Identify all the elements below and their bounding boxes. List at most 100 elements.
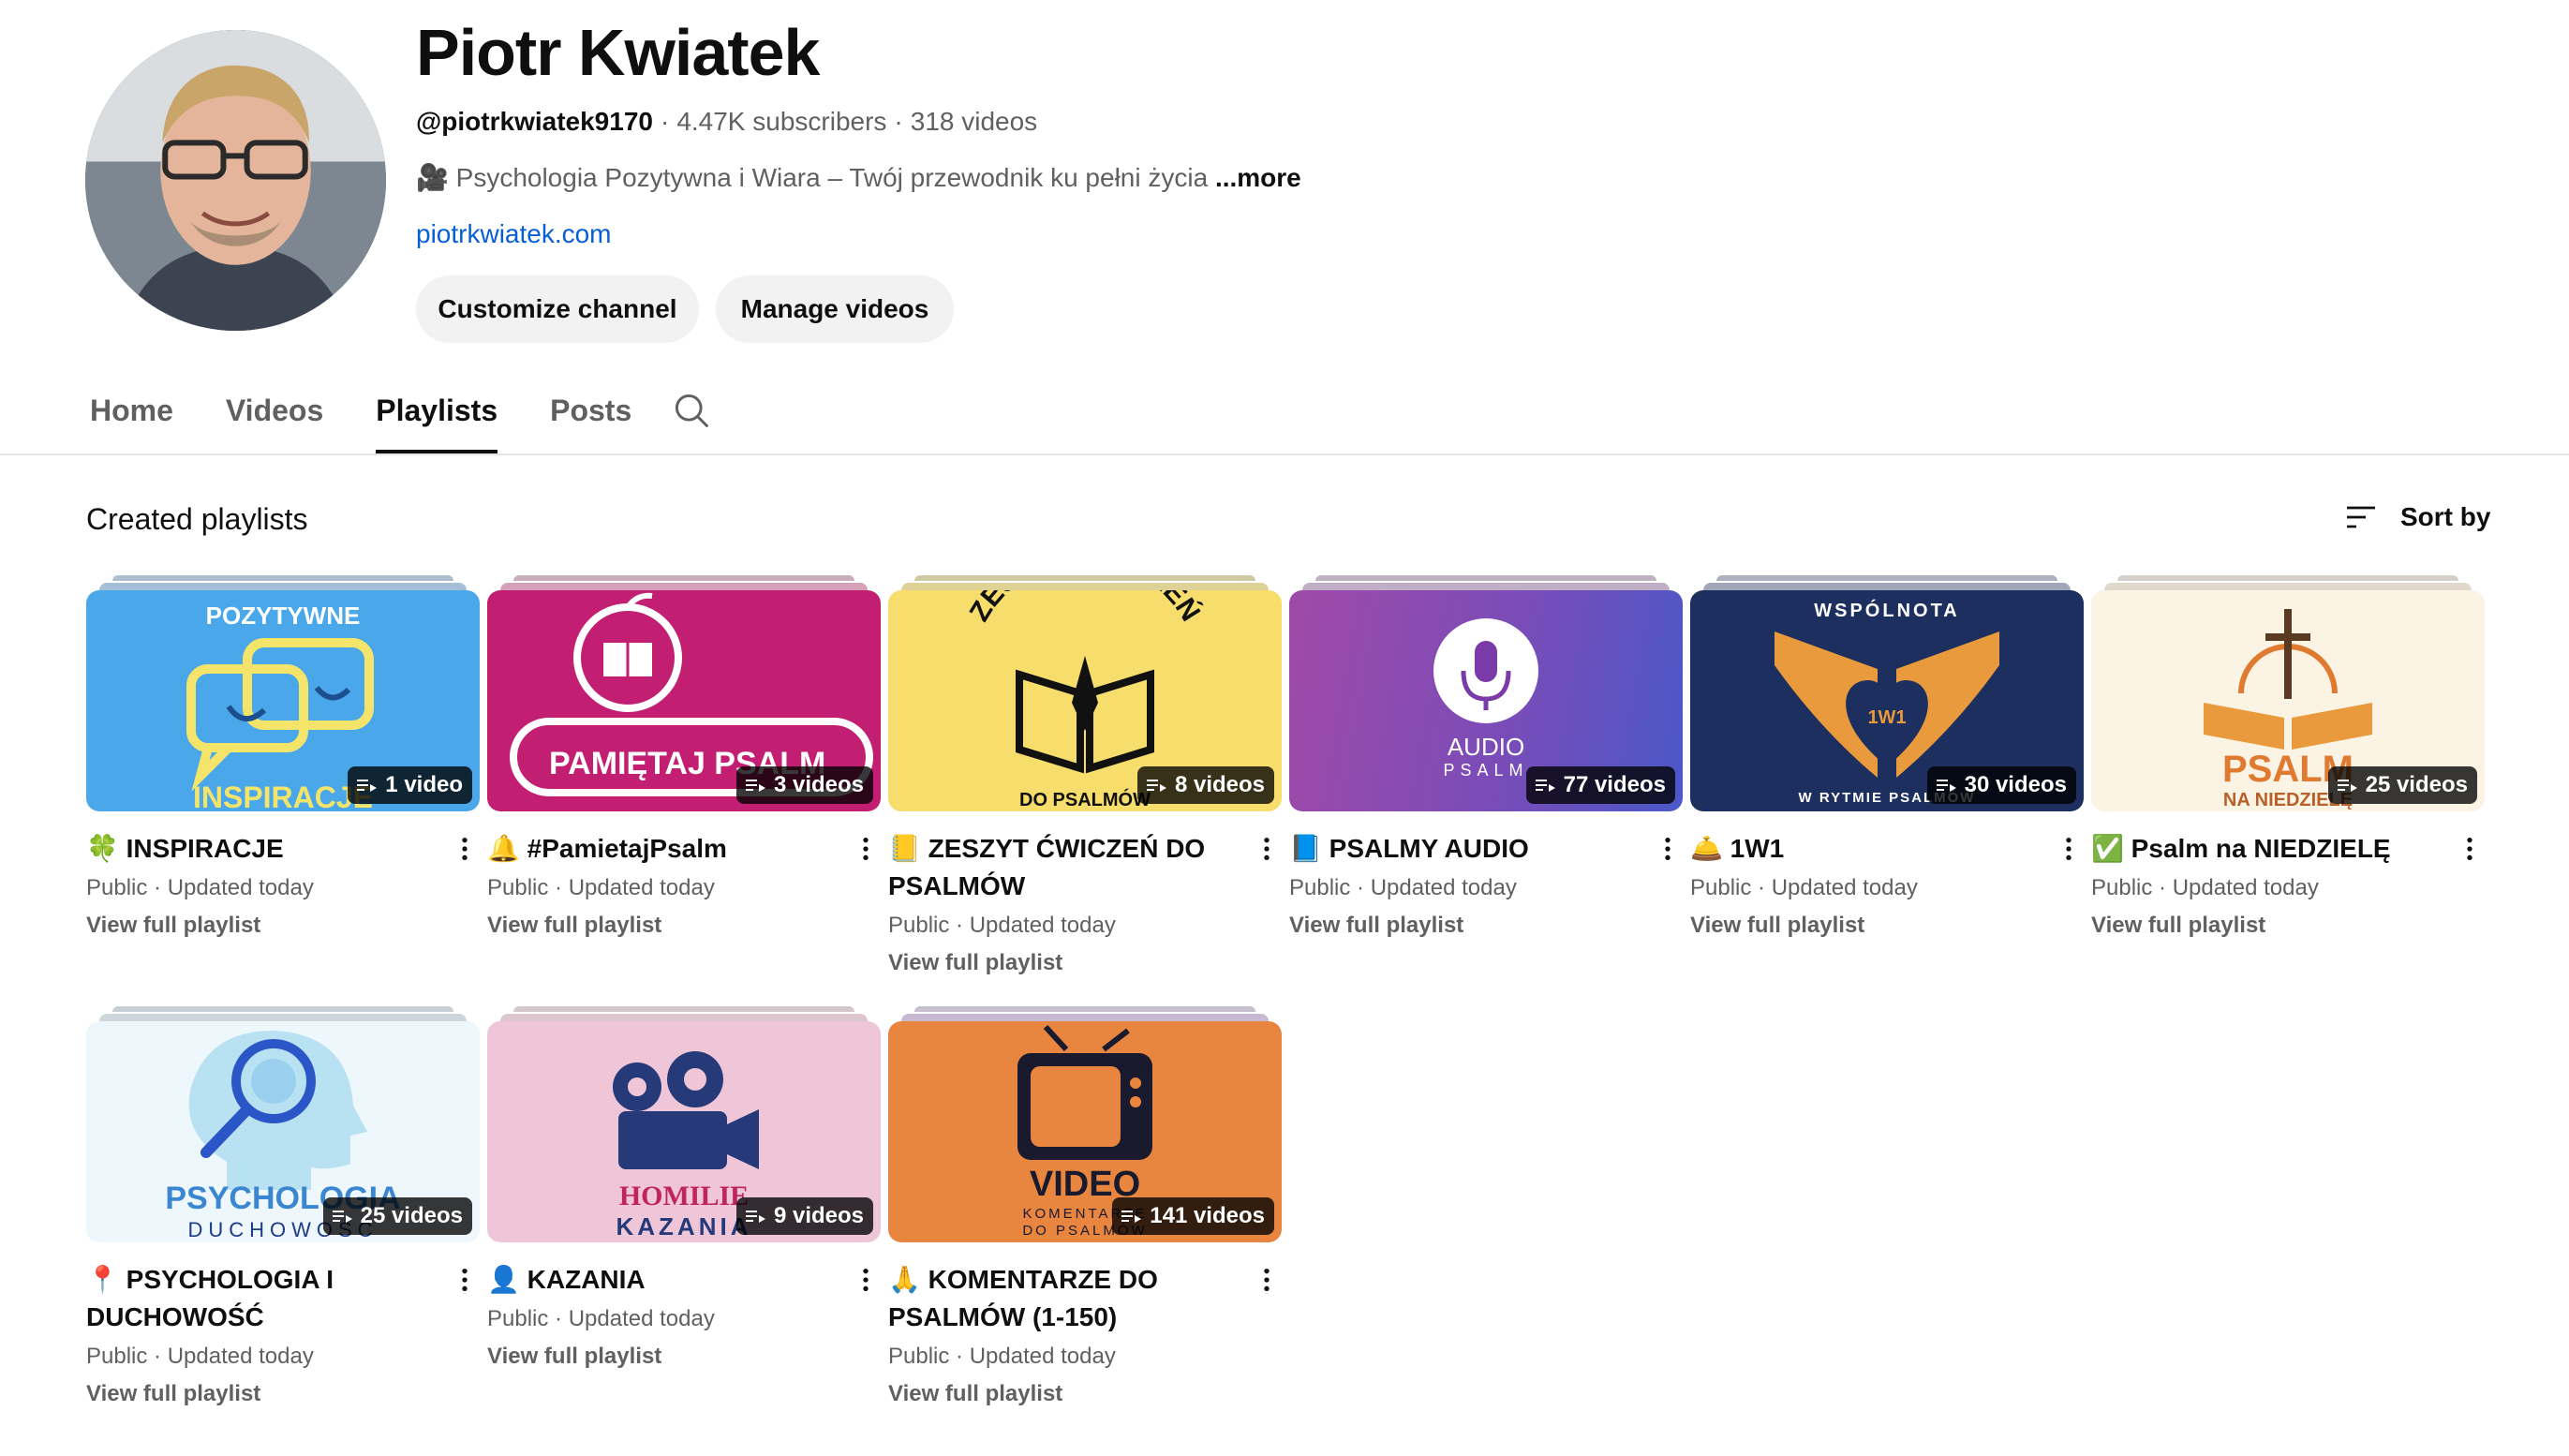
playlist-title-row: ✅ Psalm na NIEDZIELĘ: [2091, 830, 2485, 868]
playlist-icon: [1146, 780, 1166, 792]
stack-layer: [1315, 575, 1656, 581]
sort-button[interactable]: Sort by: [2342, 498, 2490, 536]
tab-home[interactable]: Home: [90, 373, 173, 453]
visibility-label: Public: [487, 875, 549, 900]
view-full-playlist-link[interactable]: View full playlist: [487, 909, 881, 943]
playlist-thumbnail[interactable]: PSYCHOLOGIA DUCHOWOŚĆ 25 videos: [86, 1021, 480, 1242]
description-text: 🎥 Psychologia Pozytywna i Wiara – Twój p…: [416, 163, 1209, 192]
more-vertical-icon[interactable]: [851, 1265, 881, 1295]
meta-separator: ·: [894, 107, 903, 136]
video-count-badge: 9 videos: [735, 1197, 873, 1235]
playlist-title[interactable]: 🛎️ 1W1: [1690, 834, 1784, 863]
playlist-icon: [1535, 780, 1555, 792]
playlist-title[interactable]: 🙏 KOMENTARZE DO PSALMÓW (1-150): [888, 1265, 1158, 1331]
playlist-thumbnail[interactable]: ZESZYT ĆWICZEŃ DO PSALMÓW 8 videos: [888, 590, 1282, 811]
view-full-playlist-link[interactable]: View full playlist: [86, 1377, 480, 1411]
playlist-title-row: 📒 ZESZYT ĆWICZEŃ DO PSALMÓW: [888, 830, 1282, 905]
playlist-title[interactable]: 📘 PSALMY AUDIO: [1289, 834, 1529, 863]
playlist-thumbnail[interactable]: PSALM NA NIEDZIELĘ 25 videos: [2091, 590, 2485, 811]
description-more-link[interactable]: ...more: [1215, 163, 1301, 192]
playlist-thumbnail[interactable]: POZYTYWNE INSPIRACJE 1 video: [86, 590, 480, 811]
more-vertical-icon[interactable]: [450, 834, 480, 864]
meta-separator: ·: [660, 107, 670, 136]
manage-videos-button[interactable]: Manage videos: [716, 275, 954, 343]
video-count: 3 videos: [773, 772, 864, 797]
customize-channel-button[interactable]: Customize channel: [416, 275, 699, 343]
playlist-thumbnail[interactable]: PAMIĘTAJ PSALM 3 videos: [487, 590, 881, 811]
view-full-playlist-link[interactable]: View full playlist: [1289, 909, 1683, 943]
section-title: Created playlists: [86, 502, 308, 536]
tab-playlists[interactable]: Playlists: [376, 373, 497, 453]
thumb-text-bottom: INSPIRACJE: [193, 780, 373, 811]
video-count: 9 videos: [773, 1203, 864, 1228]
playlist-title[interactable]: 📒 ZESZYT ĆWICZEŃ DO PSALMÓW: [888, 834, 1205, 900]
playlist-card[interactable]: ZESZYT ĆWICZEŃ DO PSALMÓW 8 videos 📒 ZES…: [888, 575, 1282, 980]
playlist-card[interactable]: PSALM NA NIEDZIELĘ 25 videos ✅ Psalm na …: [2091, 575, 2485, 943]
stack-layer: [99, 1014, 467, 1021]
channel-description[interactable]: 🎥 Psychologia Pozytywna i Wiara – Twój p…: [416, 161, 1301, 195]
visibility-label: Public: [86, 875, 148, 900]
tab-videos[interactable]: Videos: [226, 373, 323, 453]
view-full-playlist-link[interactable]: View full playlist: [888, 1377, 1282, 1411]
view-full-playlist-link[interactable]: View full playlist: [2091, 909, 2485, 943]
stack-layer: [914, 1006, 1255, 1012]
playlist-thumbnail[interactable]: AUDIO PSALM 77 videos: [1289, 590, 1683, 811]
thumb-text-top: HOMILIE: [619, 1181, 749, 1211]
video-count-badge: 8 videos: [1136, 766, 1274, 804]
more-vertical-icon[interactable]: [2455, 834, 2485, 864]
view-full-playlist-link[interactable]: View full playlist: [487, 1340, 881, 1374]
playlist-title[interactable]: 📍 PSYCHOLOGIA I DUCHOWOŚĆ: [86, 1265, 334, 1331]
view-full-playlist-link[interactable]: View full playlist: [888, 946, 1282, 980]
playlist-thumbnail[interactable]: VIDEO KOMENTARZE DO PSALMÓW 141 videos: [888, 1021, 1282, 1242]
more-vertical-icon[interactable]: [450, 1265, 480, 1295]
playlist-thumbnail[interactable]: WSPÓLNOTA 1W1 W RYTMIE PSALMÓW 30 videos: [1690, 590, 2084, 811]
playlist-card[interactable]: PSYCHOLOGIA DUCHOWOŚĆ 25 videos 📍 PSYCHO…: [86, 1006, 480, 1411]
more-vertical-icon[interactable]: [1252, 834, 1282, 864]
playlist-card[interactable]: AUDIO PSALM 77 videos 📘 PSALMY AUDIO Pub…: [1289, 575, 1683, 943]
playlist-info: Public · Updated today: [1289, 875, 1517, 900]
channel-link[interactable]: piotrkwiatek.com: [416, 217, 612, 251]
svg-text:ZESZYT ĆWICZEŃ: ZESZYT ĆWICZEŃ: [964, 590, 1207, 627]
view-full-playlist-link[interactable]: View full playlist: [1690, 909, 2084, 943]
stack-layer: [2104, 583, 2472, 590]
sort-label: Sort by: [2400, 502, 2491, 531]
playlist-card[interactable]: HOMILIE KAZANIA 9 videos 👤 KAZANIA Publi…: [487, 1006, 881, 1374]
playlist-card[interactable]: WSPÓLNOTA 1W1 W RYTMIE PSALMÓW 30 videos…: [1690, 575, 2084, 943]
playlist-icon: [332, 1211, 352, 1223]
playlist-title-row: 🙏 KOMENTARZE DO PSALMÓW (1-150): [888, 1261, 1282, 1336]
video-count: 30 videos: [1964, 772, 2067, 797]
stack-layer: [500, 1014, 868, 1021]
playlist-card[interactable]: POZYTYWNE INSPIRACJE 1 video 🍀 INSPIRACJ…: [86, 575, 480, 943]
playlist-thumbnail[interactable]: HOMILIE KAZANIA 9 videos: [487, 1021, 881, 1242]
playlist-title-row: 🍀 INSPIRACJE: [86, 830, 480, 868]
playlist-title-row: 🔔 #PamietajPsalm: [487, 830, 881, 868]
updated-label: Updated today: [167, 1344, 314, 1369]
playlist-title[interactable]: 🔔 #PamietajPsalm: [487, 834, 727, 863]
search-icon[interactable]: [671, 390, 712, 431]
more-vertical-icon[interactable]: [2054, 834, 2084, 864]
thumb-text-top: AUDIO: [1448, 733, 1524, 761]
visibility-label: Public: [1690, 875, 1752, 900]
playlist-title-row: 🛎️ 1W1: [1690, 830, 2084, 868]
playlist-title-row: 📍 PSYCHOLOGIA I DUCHOWOŚĆ: [86, 1261, 480, 1336]
more-vertical-icon[interactable]: [1653, 834, 1683, 864]
playlist-title[interactable]: ✅ Psalm na NIEDZIELĘ: [2091, 834, 2391, 863]
more-vertical-icon[interactable]: [1252, 1265, 1282, 1295]
stack-layer: [1302, 583, 1670, 590]
visibility-label: Public: [2091, 875, 2153, 900]
more-vertical-icon[interactable]: [851, 834, 881, 864]
view-full-playlist-link[interactable]: View full playlist: [86, 909, 480, 943]
playlist-info: Public · Updated today: [2091, 875, 2319, 900]
video-count-badge: 77 videos: [1525, 766, 1675, 804]
channel-avatar[interactable]: [85, 30, 386, 331]
playlist-title[interactable]: 🍀 INSPIRACJE: [86, 834, 284, 863]
tab-posts[interactable]: Posts: [550, 373, 631, 453]
playlist-card[interactable]: VIDEO KOMENTARZE DO PSALMÓW 141 videos 🙏…: [888, 1006, 1282, 1411]
video-count: 8 videos: [1174, 772, 1265, 797]
video-count: 1 video: [385, 772, 463, 797]
thumb-text-bottom: PSALM: [1443, 761, 1528, 780]
playlist-card[interactable]: PAMIĘTAJ PSALM 3 videos 🔔 #PamietajPsalm…: [487, 575, 881, 943]
playlist-info: Public · Updated today: [487, 1306, 715, 1331]
playlist-title[interactable]: 👤 KAZANIA: [487, 1265, 646, 1294]
playlist-icon: [1121, 1211, 1142, 1223]
